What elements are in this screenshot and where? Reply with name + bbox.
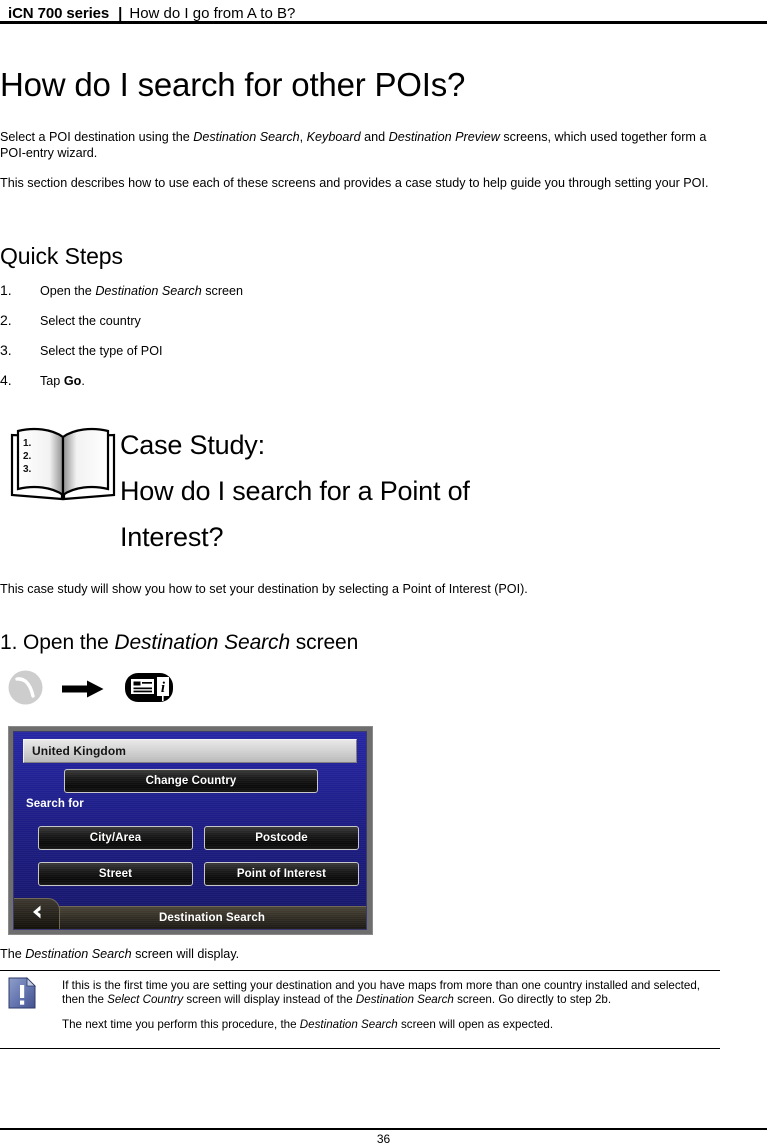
caption-pre: The bbox=[0, 947, 26, 961]
caption-post: screen will display. bbox=[131, 947, 240, 961]
list-item-text: Select the country bbox=[40, 314, 141, 328]
case-study-heading-line-1: Case Study: bbox=[120, 430, 265, 460]
note-paragraph-1: If this is the first time you are settin… bbox=[62, 979, 712, 1007]
list-item-text-post: . bbox=[81, 374, 85, 388]
device-screenshot: United Kingdom Change Country Search for… bbox=[8, 726, 373, 935]
note-exclamation-icon bbox=[8, 977, 36, 1009]
case-study-heading: Case Study: How do I search for a Point … bbox=[120, 422, 720, 560]
quick-steps-list: 1. Open the Destination Search screen 2.… bbox=[0, 283, 500, 403]
svg-text:2.: 2. bbox=[23, 451, 32, 462]
intro-p1-pre: Select a POI destination using the bbox=[0, 130, 194, 144]
note-p1-italic-2: Destination Search bbox=[355, 993, 454, 1007]
back-button[interactable] bbox=[14, 898, 60, 929]
step-1-heading-italic: Destination Search bbox=[114, 631, 291, 654]
footer-divider bbox=[0, 1128, 767, 1130]
destination-search-icon: i bbox=[125, 671, 173, 704]
arrow-right-icon bbox=[62, 680, 104, 698]
change-country-button[interactable]: Change Country bbox=[64, 769, 318, 793]
note-callout: If this is the first time you are settin… bbox=[0, 970, 720, 1049]
list-item-number: 1. bbox=[0, 282, 12, 298]
list-item-text-post: screen bbox=[201, 284, 244, 298]
search-city-area-button[interactable]: City/Area bbox=[38, 826, 193, 850]
open-book-icon: 1. 2. 3. bbox=[8, 425, 118, 505]
note-paragraph-2: The next time you perform this procedure… bbox=[62, 1018, 712, 1032]
intro-p1-italic-2: Keyboard bbox=[306, 130, 361, 144]
intro-paragraph-2: This section describes how to use each o… bbox=[0, 176, 709, 190]
list-item-text-pre: Tap bbox=[40, 374, 64, 388]
list-item: 1. Open the Destination Search screen bbox=[0, 283, 500, 313]
header-series-title: iCN 700 series bbox=[8, 5, 110, 22]
search-point-of-interest-button[interactable]: Point of Interest bbox=[204, 862, 359, 886]
note-p1-b: screen will display instead of the bbox=[183, 993, 356, 1007]
step-1-heading-post: screen bbox=[290, 631, 359, 654]
step-1-heading-pre: 1. Open the bbox=[0, 631, 115, 654]
screenshot-caption: The Destination Search screen will displ… bbox=[0, 947, 740, 963]
case-study-heading-line-3: Interest? bbox=[120, 522, 224, 552]
intro-paragraph-1: Select a POI destination using the Desti… bbox=[0, 130, 730, 161]
list-item-number: 4. bbox=[0, 372, 12, 388]
list-item-text: Select the type of POI bbox=[40, 344, 163, 358]
step-1-icon-flow: i bbox=[0, 668, 400, 714]
quick-steps-heading: Quick Steps bbox=[0, 243, 123, 269]
note-body: If this is the first time you are settin… bbox=[0, 971, 720, 1048]
note-p1-c: screen. Go directly to step 2b. bbox=[453, 993, 612, 1007]
navigate-road-icon bbox=[8, 670, 43, 705]
list-item: 4. Tap Go. bbox=[0, 373, 500, 403]
note-p2-a: The next time you perform this procedure… bbox=[62, 1018, 300, 1032]
search-street-button[interactable]: Street bbox=[38, 862, 193, 886]
list-item-text: Tap Go. bbox=[40, 374, 85, 389]
chevron-left-icon bbox=[28, 903, 46, 926]
selected-country-field[interactable]: United Kingdom bbox=[23, 739, 357, 763]
header-separator: | bbox=[118, 5, 123, 22]
search-postcode-button[interactable]: Postcode bbox=[204, 826, 359, 850]
list-item-number: 2. bbox=[0, 312, 12, 328]
caption-italic: Destination Search bbox=[25, 947, 132, 961]
svg-text:3.: 3. bbox=[23, 464, 32, 475]
destination-search-screen: United Kingdom Change Country Search for… bbox=[13, 731, 367, 930]
intro-p1-mid-1: , bbox=[299, 130, 307, 144]
intro-p1-italic-3: Destination Preview bbox=[388, 130, 500, 144]
note-bottom-rule bbox=[0, 1048, 720, 1049]
running-header: iCN 700 series | How do I go from A to B… bbox=[8, 0, 759, 22]
list-item-text-bold: Go bbox=[63, 374, 82, 388]
list-item: 2. Select the country bbox=[0, 313, 500, 343]
note-p1-italic-1: Select Country bbox=[107, 993, 184, 1007]
header-divider bbox=[0, 21, 767, 24]
list-item-text: Open the Destination Search screen bbox=[40, 284, 243, 299]
page-number: 36 bbox=[376, 1132, 391, 1146]
step-1-heading: 1. Open the Destination Search screen bbox=[0, 630, 358, 655]
list-item-text-pre: Open the bbox=[40, 284, 96, 298]
svg-text:1.: 1. bbox=[23, 438, 32, 449]
list-item-text-italic: Destination Search bbox=[95, 284, 202, 298]
list-item: 3. Select the type of POI bbox=[0, 343, 500, 373]
list-item-number: 3. bbox=[0, 342, 12, 358]
case-study-heading-line-2: How do I search for a Point of bbox=[120, 476, 470, 506]
page-title: How do I search for other POIs? bbox=[0, 66, 466, 103]
case-study-intro-paragraph: This case study will show you how to set… bbox=[0, 582, 528, 596]
intro-p1-italic-1: Destination Search bbox=[193, 130, 300, 144]
header-chapter-title: How do I go from A to B? bbox=[129, 5, 296, 22]
note-p2-b: screen will open as expected. bbox=[397, 1018, 554, 1032]
note-p2-italic-1: Destination Search bbox=[299, 1018, 398, 1032]
intro-p1-mid-2: and bbox=[360, 130, 389, 144]
search-for-label: Search for bbox=[26, 798, 84, 810]
screen-title-bar: Destination Search bbox=[58, 906, 366, 929]
